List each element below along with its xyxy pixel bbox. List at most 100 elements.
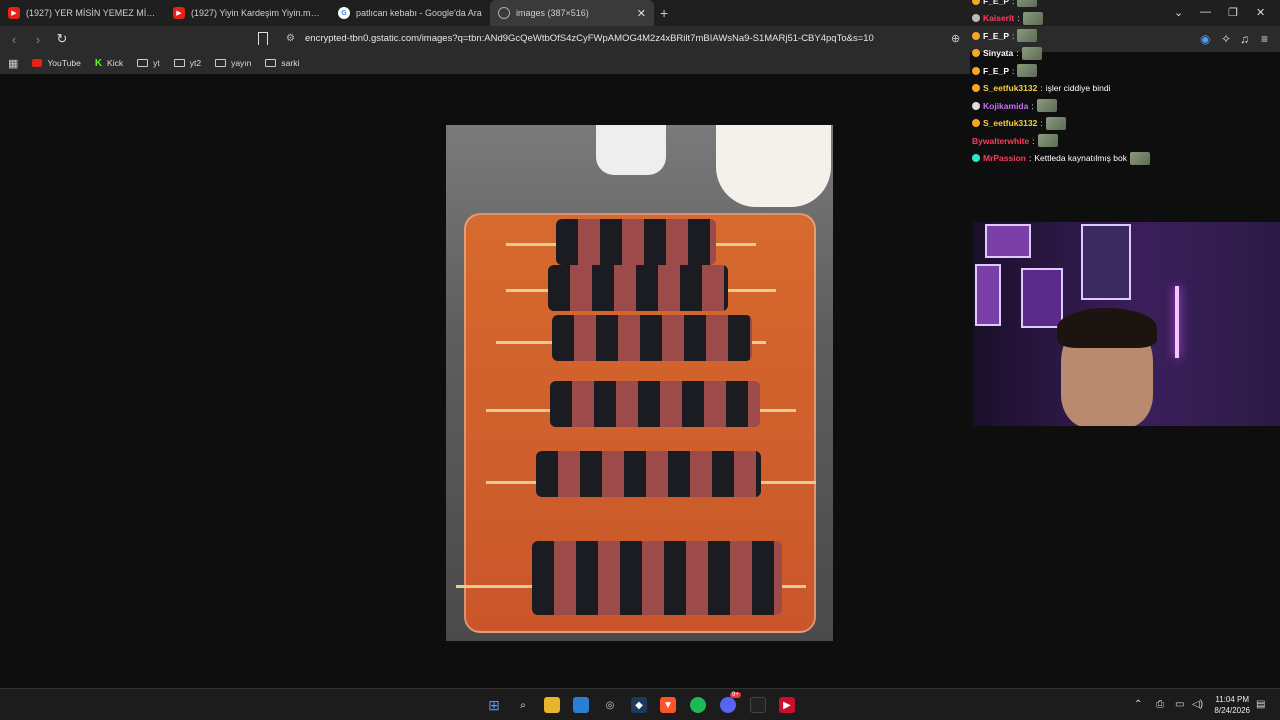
wall-poster bbox=[985, 224, 1031, 258]
chat-username[interactable]: Sinyata bbox=[983, 48, 1013, 58]
tab-google-search[interactable]: G patlıcan kebabı - Google'da Ara bbox=[330, 0, 490, 26]
chat-message: Kaiserlt: bbox=[972, 10, 1272, 28]
tab-label: (1927) Yiyin Kardeşim Yiyin.mp4 - Yo bbox=[191, 8, 322, 18]
discord-icon[interactable] bbox=[720, 697, 736, 713]
bookmark-kick[interactable]: K Kick bbox=[95, 58, 123, 69]
tab-label: patlıcan kebabı - Google'da Ara bbox=[356, 8, 482, 18]
clock-time: 11:04 PM bbox=[1215, 695, 1250, 704]
chat-username[interactable]: F_E_P bbox=[983, 0, 1009, 6]
plant-pot bbox=[596, 125, 666, 175]
search-icon[interactable]: ⌕ bbox=[515, 697, 531, 713]
bookmark-label: sarki bbox=[281, 58, 300, 68]
chat-separator: : bbox=[1012, 65, 1015, 76]
kebab-skewer bbox=[552, 315, 752, 361]
apps-grid-icon[interactable]: ▦ bbox=[8, 57, 18, 70]
notification-icon[interactable]: ▤ bbox=[1256, 699, 1265, 710]
chat-separator: : bbox=[1012, 0, 1015, 6]
kebab-skewer bbox=[532, 541, 782, 615]
bookmark-label: yt bbox=[153, 58, 160, 68]
chat-emote bbox=[1021, 46, 1042, 60]
close-tab-icon[interactable]: ✕ bbox=[637, 7, 646, 20]
folder-icon bbox=[215, 59, 227, 67]
chat-username[interactable]: F_E_P bbox=[983, 31, 1009, 41]
chat-emote bbox=[1045, 116, 1066, 130]
network-icon[interactable]: ▭ bbox=[1175, 699, 1184, 710]
chat-username[interactable]: S_eetfuk3132 bbox=[983, 83, 1037, 93]
tab-strip: ▶ (1927) YER MİSİN YEMEZ MİSİN SERİ ▶ (1… bbox=[0, 0, 970, 26]
chat-username[interactable]: Bywalterwhite bbox=[972, 136, 1029, 146]
forward-icon[interactable]: › bbox=[28, 32, 48, 47]
volume-icon[interactable]: ◁) bbox=[1192, 699, 1203, 710]
chat-username[interactable]: Kaiserlt bbox=[983, 13, 1014, 23]
tab-youtube-1[interactable]: ▶ (1927) YER MİSİN YEMEZ MİSİN SERİ bbox=[0, 0, 165, 26]
start-icon[interactable]: ⊞ bbox=[486, 697, 502, 713]
bookmark-folder-sarki[interactable]: sarki bbox=[265, 58, 299, 68]
chat-separator: : bbox=[1032, 135, 1035, 146]
neon-light bbox=[1175, 286, 1179, 358]
webcam-feed bbox=[973, 222, 1280, 426]
chat-emote bbox=[1017, 0, 1038, 8]
chat-badge-icon bbox=[972, 84, 980, 93]
url-field[interactable]: encrypted-tbn0.gstatic.com/images?q=tbn:… bbox=[305, 33, 874, 44]
chat-badge-icon bbox=[972, 14, 980, 23]
bookmark-youtube[interactable]: YouTube bbox=[32, 58, 81, 68]
back-icon[interactable]: ‹ bbox=[4, 32, 24, 47]
bookmark-label: yt2 bbox=[189, 58, 202, 68]
chat-username[interactable]: F_E_P bbox=[983, 66, 1009, 76]
address-bar-row: ‹ › ↻ ⚙ encrypted-tbn0.gstatic.com/image… bbox=[0, 26, 970, 52]
microphone-icon[interactable]: ⎙ bbox=[1156, 699, 1164, 710]
chat-emote bbox=[1017, 29, 1038, 43]
chat-message: MrPassion: Kettleda kaynatılmış bok bbox=[972, 150, 1272, 168]
chat-emote bbox=[1022, 11, 1043, 25]
tab-youtube-2[interactable]: ▶ (1927) Yiyin Kardeşim Yiyin.mp4 - Yo bbox=[165, 0, 330, 26]
bookmarks-bar: ▦ YouTube K Kick yt yt2 yayın sarki bbox=[0, 52, 970, 74]
stream-chat: F_E_P: Kaiserlt: F_E_P: Sinyata: F_E_P: S_eet… bbox=[972, 0, 1272, 167]
media-player-icon[interactable]: ▶ bbox=[779, 697, 795, 713]
reload-icon[interactable]: ↻ bbox=[52, 31, 72, 47]
discord-badge: 9+ bbox=[730, 692, 741, 698]
chat-separator: : bbox=[1016, 48, 1019, 59]
new-tab-button[interactable]: + bbox=[654, 5, 668, 21]
taskbar: ⊞ ⌕ ◎ ◆ ▼ 9+ ▶ ⌃ ⎙ ▭ ◁) 11:04 PM 8/24/20… bbox=[0, 688, 1280, 720]
streamer-hair bbox=[1057, 308, 1157, 348]
brave-icon[interactable]: ▼ bbox=[660, 697, 676, 713]
tab-label: (1927) YER MİSİN YEMEZ MİSİN SERİ bbox=[26, 8, 157, 18]
photos-icon[interactable] bbox=[573, 697, 589, 713]
zoom-icon[interactable]: ⊕ bbox=[951, 32, 960, 45]
terminal-icon[interactable] bbox=[750, 697, 766, 713]
google-icon: G bbox=[338, 7, 350, 19]
site-settings-icon[interactable]: ⚙ bbox=[286, 33, 295, 44]
spotify-icon[interactable] bbox=[690, 697, 706, 713]
chat-emote bbox=[1037, 134, 1058, 148]
bookmark-folder-yt2[interactable]: yt2 bbox=[173, 58, 202, 68]
bookmark-folder-yayin[interactable]: yayın bbox=[215, 58, 251, 68]
chat-separator: : bbox=[1040, 118, 1043, 129]
clock-date: 8/24/2026 bbox=[1214, 706, 1250, 715]
chat-username[interactable]: MrPassion bbox=[983, 153, 1026, 163]
chat-badge-icon bbox=[972, 31, 980, 40]
system-clock[interactable]: 11:04 PM 8/24/2026 bbox=[1214, 694, 1250, 716]
kebab-skewer bbox=[556, 219, 716, 265]
folder-icon bbox=[265, 59, 277, 67]
chat-emote bbox=[1017, 64, 1038, 78]
chat-username[interactable]: Kojikamida bbox=[983, 101, 1028, 111]
file-explorer-icon[interactable] bbox=[544, 697, 560, 713]
kebab-skewer bbox=[550, 381, 760, 427]
kebab-skewer bbox=[536, 451, 761, 497]
chrome-icon[interactable]: ◎ bbox=[602, 697, 618, 713]
chat-separator: : bbox=[1012, 30, 1015, 41]
tab-label: images (387×516) bbox=[516, 8, 589, 18]
food-photo[interactable] bbox=[446, 125, 833, 641]
chat-username[interactable]: S_eetfuk3132 bbox=[983, 118, 1037, 128]
bookmark-label: YouTube bbox=[47, 58, 81, 68]
chat-message: S_eetfuk3132: işler ciddiye bindi bbox=[972, 80, 1272, 98]
chat-badge-icon bbox=[972, 66, 980, 75]
wall-poster bbox=[1081, 224, 1131, 300]
chevron-up-icon[interactable]: ⌃ bbox=[1134, 699, 1142, 710]
tab-image-active[interactable]: images (387×516) ✕ bbox=[490, 0, 654, 26]
chat-badge-icon bbox=[972, 119, 980, 128]
bookmark-icon[interactable] bbox=[258, 32, 268, 45]
steam-icon[interactable]: ◆ bbox=[631, 697, 647, 713]
bookmark-folder-yt[interactable]: yt bbox=[137, 58, 160, 68]
youtube-icon bbox=[32, 59, 43, 67]
